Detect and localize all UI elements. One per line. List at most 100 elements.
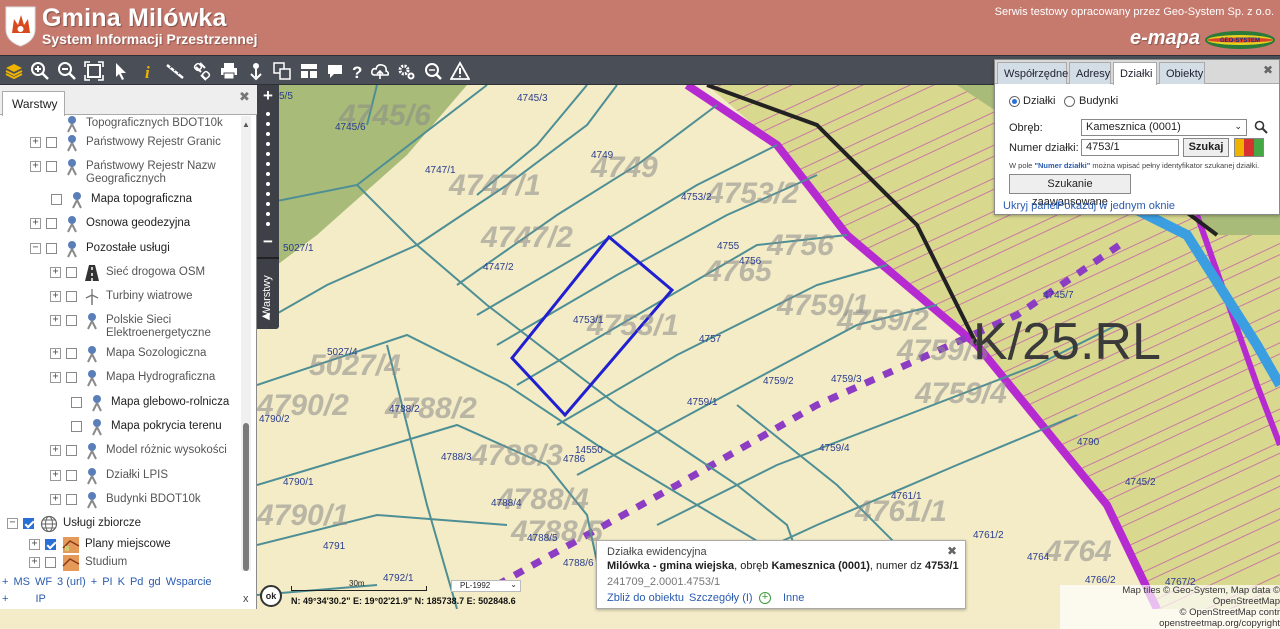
help-icon[interactable]: ?	[345, 59, 368, 82]
layer-checkbox[interactable]	[23, 518, 34, 529]
footer-link[interactable]: Pd	[130, 576, 143, 588]
radio-parcels[interactable]	[1009, 96, 1020, 107]
hide-panel-link[interactable]: Ukryj panel	[1003, 200, 1058, 212]
scrollbar-thumb[interactable]	[243, 423, 249, 571]
attribution-link[interactable]: © OpenStreetMap contr openstreetmap.org/…	[1060, 607, 1280, 629]
layer-checkbox[interactable]	[45, 539, 56, 550]
zoom-level-dot[interactable]	[266, 212, 270, 216]
ok-button[interactable]: ok	[260, 585, 282, 607]
parcel-number[interactable]: 4759/4	[819, 443, 850, 454]
footer-link[interactable]: K	[118, 576, 125, 588]
parcel-number[interactable]: 4745/7	[1043, 290, 1074, 301]
measure-distance-icon[interactable]	[163, 59, 186, 82]
layer-checkbox[interactable]	[66, 372, 77, 383]
color-legend-icon[interactable]	[1234, 138, 1264, 157]
tab-parcels[interactable]: Działki	[1113, 62, 1157, 85]
zoom-extent-icon[interactable]	[82, 59, 105, 82]
panel-layout-icon[interactable]	[297, 59, 320, 82]
close-icon[interactable]: ✖	[947, 544, 957, 558]
parcel-number[interactable]: 4759/1	[687, 397, 718, 408]
link-icon[interactable]	[190, 59, 213, 82]
parcel-number[interactable]: 4790/2	[259, 414, 290, 425]
close-icon[interactable]: ✖	[1263, 63, 1273, 77]
scroll-up-icon[interactable]: ▲	[242, 120, 250, 129]
expand-icon[interactable]: +	[50, 470, 61, 481]
zoom-level-dot[interactable]	[266, 142, 270, 146]
parcel-number-input[interactable]: 4753/1	[1081, 139, 1179, 156]
layer-checkbox[interactable]	[71, 397, 82, 408]
parcel-number[interactable]: 4747/2	[483, 262, 514, 273]
add-icon[interactable]: +	[759, 592, 771, 604]
footer-link[interactable]: +	[2, 593, 8, 605]
layer-item[interactable]: + Mapa Sozologiczna	[50, 344, 206, 366]
zoom-out-button[interactable]: −	[257, 232, 279, 252]
layer-item[interactable]: Mapa glebowo-rolnicza	[66, 393, 229, 415]
layer-item[interactable]: + Państwowy Rejestr Nazw Geograficznych	[30, 157, 216, 189]
layer-item[interactable]: + Studium	[29, 553, 127, 571]
details-link[interactable]: Szczegóły (I)	[689, 592, 753, 604]
layer-item[interactable]: Mapa pokrycia terenu	[66, 417, 222, 439]
zoom-level-dot[interactable]	[266, 112, 270, 116]
parcel-number[interactable]: 5/5	[279, 91, 293, 102]
parcel-number[interactable]: 4745/3	[517, 93, 548, 104]
layer-item[interactable]: + Polskie Sieci Elektroenergetyczne	[50, 311, 216, 343]
expand-icon[interactable]: +	[30, 218, 41, 229]
zoom-level-dot[interactable]	[266, 192, 270, 196]
search-icon[interactable]	[1254, 120, 1268, 137]
parcel-number[interactable]: 4755	[717, 241, 740, 252]
footer-link[interactable]: IP	[35, 593, 45, 605]
layer-item[interactable]: + Państwowy Rejestr Granic	[30, 133, 221, 155]
parcel-number[interactable]: 4749	[591, 150, 614, 161]
footer-link[interactable]: PI	[102, 576, 112, 588]
zoom-in-icon[interactable]	[28, 59, 51, 82]
footer-link[interactable]: 3 (url)	[57, 576, 86, 588]
layer-checkbox[interactable]	[66, 291, 77, 302]
layer-checkbox[interactable]	[46, 243, 57, 254]
parcel-number[interactable]: 4759/2	[763, 376, 794, 387]
tab-layers[interactable]: Warstwy	[2, 91, 65, 116]
warning-icon[interactable]	[448, 59, 471, 82]
parcel-number[interactable]: 4788/3	[441, 452, 472, 463]
layer-item[interactable]: + Model różnic wysokości	[50, 441, 227, 463]
footer-link[interactable]: WF	[35, 576, 52, 588]
parcel-number[interactable]: 4756	[739, 256, 762, 267]
footer-link[interactable]: gd	[148, 576, 160, 588]
zoom-level-dot[interactable]	[266, 182, 270, 186]
layer-checkbox[interactable]	[71, 421, 82, 432]
parcel-number[interactable]: 4788/5	[527, 533, 558, 544]
cloud-upload-icon[interactable]	[368, 59, 391, 82]
layer-item[interactable]: + Sieć drogowa OSM	[50, 263, 205, 285]
expand-icon[interactable]: +	[50, 315, 61, 326]
parcel-number[interactable]: 4788/2	[389, 404, 420, 415]
expand-icon[interactable]: +	[29, 539, 40, 550]
select-area-icon[interactable]	[270, 59, 293, 82]
parcel-number[interactable]: 4788/4	[491, 498, 522, 509]
print-icon[interactable]	[217, 59, 240, 82]
layer-checkbox[interactable]	[66, 348, 77, 359]
parcel-number[interactable]: 4753/2	[681, 192, 712, 203]
search-map-icon[interactable]	[421, 59, 444, 82]
zoom-in-button[interactable]: +	[257, 86, 279, 106]
parcel-number[interactable]: 4786	[563, 454, 586, 465]
zoom-level-dot[interactable]	[266, 152, 270, 156]
layer-item[interactable]: Mapa topograficzna	[46, 190, 192, 212]
layer-checkbox[interactable]	[66, 494, 77, 505]
tab-objects[interactable]: Obiekty	[1159, 62, 1205, 84]
advanced-search-button[interactable]: Szukanie zaawansowane	[1009, 174, 1131, 208]
expand-icon[interactable]: +	[30, 161, 41, 172]
layer-item[interactable]: + Działki LPIS	[50, 466, 168, 488]
footer-link[interactable]: +	[91, 576, 97, 588]
expand-icon[interactable]: +	[50, 267, 61, 278]
zoom-level-dot[interactable]	[266, 122, 270, 126]
footer-link[interactable]: +	[2, 576, 8, 588]
precinct-select[interactable]: Kamesznica (0001) ⌄	[1081, 119, 1247, 136]
layers-scrollbar[interactable]: ▲	[241, 116, 251, 571]
tab-addresses[interactable]: Adresy	[1069, 62, 1111, 84]
layer-checkbox[interactable]	[46, 218, 57, 229]
collapse-icon[interactable]: −	[7, 518, 18, 529]
settings-icon[interactable]	[394, 59, 417, 82]
layer-checkbox[interactable]	[45, 557, 56, 568]
expand-icon[interactable]: +	[50, 494, 61, 505]
collapse-panel-button[interactable]: x	[243, 593, 249, 605]
zoom-level-dot[interactable]	[266, 132, 270, 136]
